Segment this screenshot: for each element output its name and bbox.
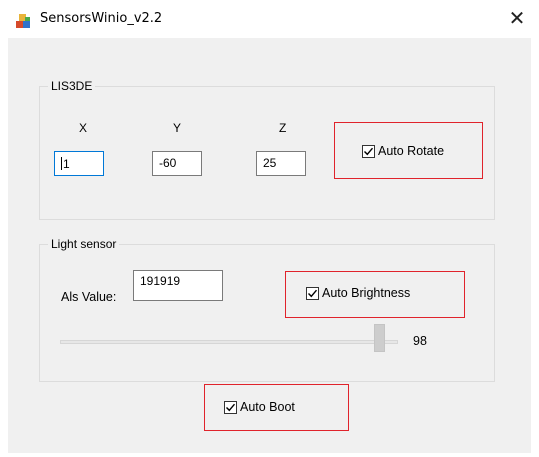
brightness-value-label: 98: [413, 334, 427, 348]
als-value-field[interactable]: 191919: [133, 270, 223, 301]
z-value-field[interactable]: 25: [256, 151, 306, 176]
y-value: -60: [159, 156, 177, 170]
als-value-label: Als Value:: [61, 290, 117, 304]
z-value: 25: [263, 156, 277, 170]
x-value: 1: [63, 157, 70, 171]
auto-rotate-checkbox[interactable]: Auto Rotate: [362, 144, 444, 158]
checkbox-check-icon: [306, 286, 319, 300]
client-area: LIS3DE X Y Z 1 -60 25 Auto Rotate Light …: [8, 38, 531, 453]
light-sensor-group-label: Light sensor: [48, 237, 120, 251]
x-axis-label: X: [79, 121, 88, 135]
y-value-field[interactable]: -60: [152, 151, 202, 176]
auto-boot-checkbox[interactable]: Auto Boot: [224, 400, 295, 414]
z-axis-label: Z: [279, 121, 287, 135]
close-button[interactable]: ✕: [495, 0, 539, 36]
window-title: SensorsWinio_v2.2: [40, 11, 163, 26]
y-axis-label: Y: [173, 121, 182, 135]
auto-brightness-label: Auto Brightness: [322, 286, 411, 300]
auto-rotate-label: Auto Rotate: [378, 144, 445, 158]
checkbox-check-icon: [362, 144, 375, 158]
brightness-slider-thumb[interactable]: [374, 324, 385, 352]
als-value: 191919: [140, 274, 181, 288]
x-value-field[interactable]: 1: [54, 151, 104, 176]
lis3de-group-label: LIS3DE: [48, 79, 96, 93]
auto-brightness-checkbox[interactable]: Auto Brightness: [306, 286, 410, 300]
text-caret: [61, 157, 62, 170]
sensors-app-icon: [16, 14, 30, 28]
brightness-slider-track[interactable]: [60, 340, 398, 344]
title-bar: SensorsWinio_v2.2 ✕: [0, 0, 539, 38]
checkbox-check-icon: [224, 400, 237, 414]
close-icon: ✕: [508, 6, 526, 30]
auto-boot-label: Auto Boot: [240, 400, 295, 414]
